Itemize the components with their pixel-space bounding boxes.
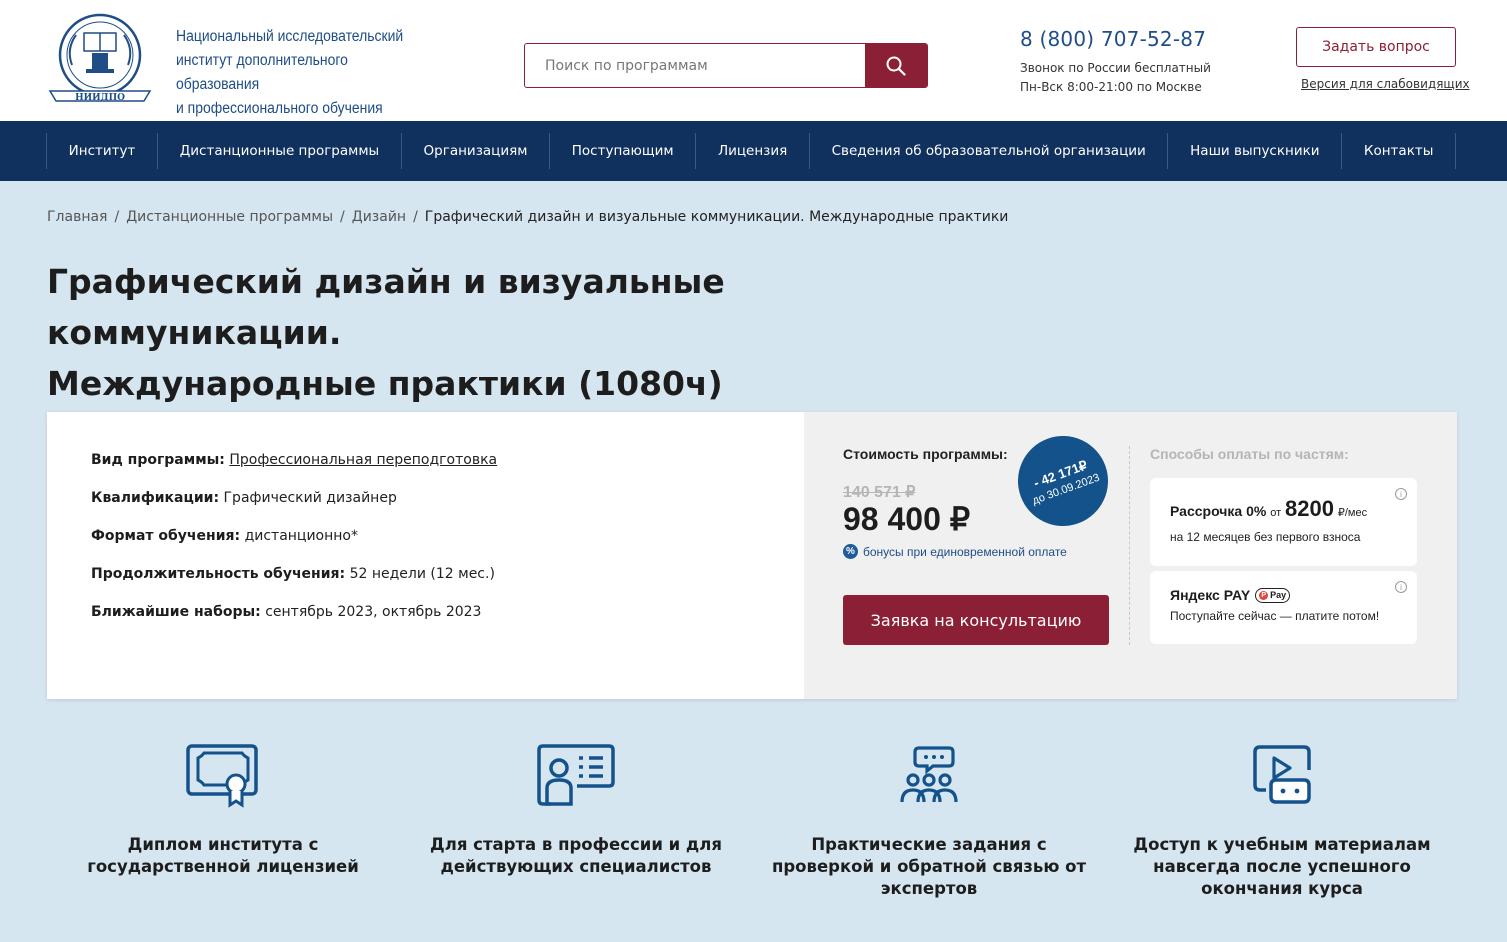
breadcrumb-separator: / [413,209,418,225]
rassrochka-title: Рассрочка 0% [1170,503,1267,519]
breadcrumb-home[interactable]: Главная [47,209,107,225]
feature-lifetime-access: Доступ к учебным материалам навсегда пос… [1112,744,1452,900]
feature-diploma-text: Диплом института с государственной лицен… [87,835,359,876]
nav-item-organizations[interactable]: Организациям [402,133,551,169]
ask-question-button[interactable]: Задать вопрос [1296,27,1456,67]
intake-value: сентябрь 2023, октябрь 2023 [265,604,482,620]
org-name-line3: и профессионального обучения [176,100,383,117]
search-icon [886,56,906,76]
phone-note: Звонок по России бесплатный Пн-Вск 8:00-… [1020,59,1211,97]
program-type-link[interactable]: Профессиональная переподготовка [229,452,497,468]
qualification-row: Квалификации: Графический дизайнер [91,488,497,508]
low-vision-link[interactable]: Версия для слабовидящих [1301,77,1470,91]
duration-row: Продолжительность обучения: 52 недели (1… [91,564,497,584]
feature-lifetime-access-text: Доступ к учебным материалам навсегда пос… [1133,835,1431,898]
duration-label: Продолжительность обучения: [91,566,346,582]
breadcrumb-separator: / [114,209,120,225]
feature-specialists-text: Для старта в профессии и для действующих… [430,835,722,876]
installments-title: Способы оплаты по частям: [1150,446,1349,462]
pricing-panel: Стоимость программы: 140 571 ₽ 98 400 ₽ … [804,412,1457,699]
breadcrumb-separator: / [340,209,345,225]
nav-item-graduates[interactable]: Наши выпускники [1168,133,1343,169]
org-name-line1: Национальный исследовательский [176,28,404,45]
installment-option-yandex-pay[interactable]: i Яндекс PAY P Pay Поступайте сейчас — п… [1150,571,1417,644]
id-card-icon [406,744,746,808]
institute-logo[interactable]: НИИДПО [46,13,154,105]
search-input[interactable] [525,44,867,87]
old-price: 140 571 ₽ [843,484,916,501]
duration-value: 52 недели (12 мес.) [349,566,495,582]
org-name[interactable]: Национальный исследовательский институт … [176,25,428,121]
format-row: Формат обучения: дистанционно* [91,526,497,546]
page-title-line2: Международные практики (1080ч) [47,364,723,403]
format-value: дистанционно* [244,528,358,544]
discount-badge: - 42 171₽ до 30.09.2023 [1005,423,1121,539]
divider [1129,446,1130,645]
yandex-pay-badge: P Pay [1255,587,1291,603]
intake-row: Ближайшие наборы: сентябрь 2023, октябрь… [91,602,497,622]
rassrochka-from: от [1270,507,1282,519]
rassrochka-unit: ₽/мес [1337,507,1368,519]
installment-option-rassrochka[interactable]: i Рассрочка 0% от 8200 ₽/мес на 12 месяц… [1150,478,1417,566]
phone-number[interactable]: 8 (800) 707-52-87 [1020,27,1206,51]
search-button[interactable] [865,44,927,87]
consultation-button[interactable]: Заявка на консультацию [843,595,1109,645]
program-card: Вид программы: Профессиональная переподг… [47,412,1457,699]
nav-item-contacts[interactable]: Контакты [1342,133,1457,169]
yandex-pay-line: Яндекс PAY P Pay [1170,587,1291,603]
logo-emblem-icon: НИИДПО [48,13,152,103]
format-label: Формат обучения: [91,528,241,544]
main-nav: Институт Дистанционные программы Организ… [0,121,1507,181]
percent-icon: % [843,544,858,559]
yandex-pay-badge-text: Pay [1270,590,1287,600]
qualification-label: Квалификации: [91,490,220,506]
current-price: 98 400 ₽ [843,501,971,537]
page-title-line1: Графический дизайн и визуальные коммуник… [47,262,725,352]
team-chat-icon [759,744,1099,808]
feature-practical-tasks: Практические задания с проверкой и обрат… [759,744,1099,900]
feature-diploma: Диплом института с государственной лицен… [53,744,393,878]
rassrochka-amount: 8200 [1285,496,1334,521]
feature-specialists: Для старта в профессии и для действующих… [406,744,746,878]
breadcrumb: Главная / Дистанционные программы / Дизайн / Г… [47,209,1008,225]
intake-label: Ближайшие наборы: [91,604,261,620]
nav-item-license[interactable]: Лицензия [696,133,810,169]
diploma-icon [53,744,393,808]
phone-note-free: Звонок по России бесплатный [1020,61,1211,75]
nav-item-org-info[interactable]: Сведения об образовательной организации [810,133,1169,169]
org-name-line2: институт дополнительного образования [176,52,348,93]
info-icon[interactable]: i [1395,488,1407,500]
program-type-label: Вид программы: [91,452,225,468]
feature-practical-tasks-text: Практические задания с проверкой и обрат… [771,835,1087,898]
yandex-pay-logo-icon: P [1259,590,1269,600]
info-icon[interactable]: i [1395,581,1407,593]
breadcrumb-current: Графический дизайн и визуальные коммуник… [424,209,1009,225]
nav-item-applicants[interactable]: Поступающим [550,133,697,169]
nav-item-distance-programs[interactable]: Дистанционные программы [158,133,402,169]
bonus-text: бонусы при единовременной оплате [863,544,1067,559]
program-type-row: Вид программы: Профессиональная переподг… [91,450,497,470]
page-title: Графический дизайн и визуальные коммуник… [47,256,1027,409]
yandex-pay-title: Яндекс PAY [1170,587,1251,603]
nav-item-institute[interactable]: Институт [47,133,159,169]
rassrochka-line: Рассрочка 0% от 8200 ₽/мес [1170,496,1367,522]
qualification-value: Графический дизайнер [223,490,397,506]
yandex-pay-terms: Поступайте сейчас — платите потом! [1170,609,1380,623]
rassrochka-terms: на 12 месяцев без первого взноса [1170,530,1361,544]
price-label: Стоимость программы: [843,446,1008,462]
program-details: Вид программы: Профессиональная переподг… [91,450,497,640]
site-header: НИИДПО Национальный исследовательский ин… [0,0,1507,121]
phone-note-hours: Пн-Вск 8:00-21:00 по Москве [1020,80,1202,94]
breadcrumb-design[interactable]: Дизайн [352,209,406,225]
nav-items: Институт Дистанционные программы Организ… [46,133,1457,169]
breadcrumb-distance-programs[interactable]: Дистанционные программы [126,209,333,225]
logo-abbr: НИИДПО [75,93,125,103]
video-lesson-icon [1112,744,1452,808]
search-box [524,43,928,88]
bonus-link[interactable]: % бонусы при единовременной оплате [843,544,1067,559]
